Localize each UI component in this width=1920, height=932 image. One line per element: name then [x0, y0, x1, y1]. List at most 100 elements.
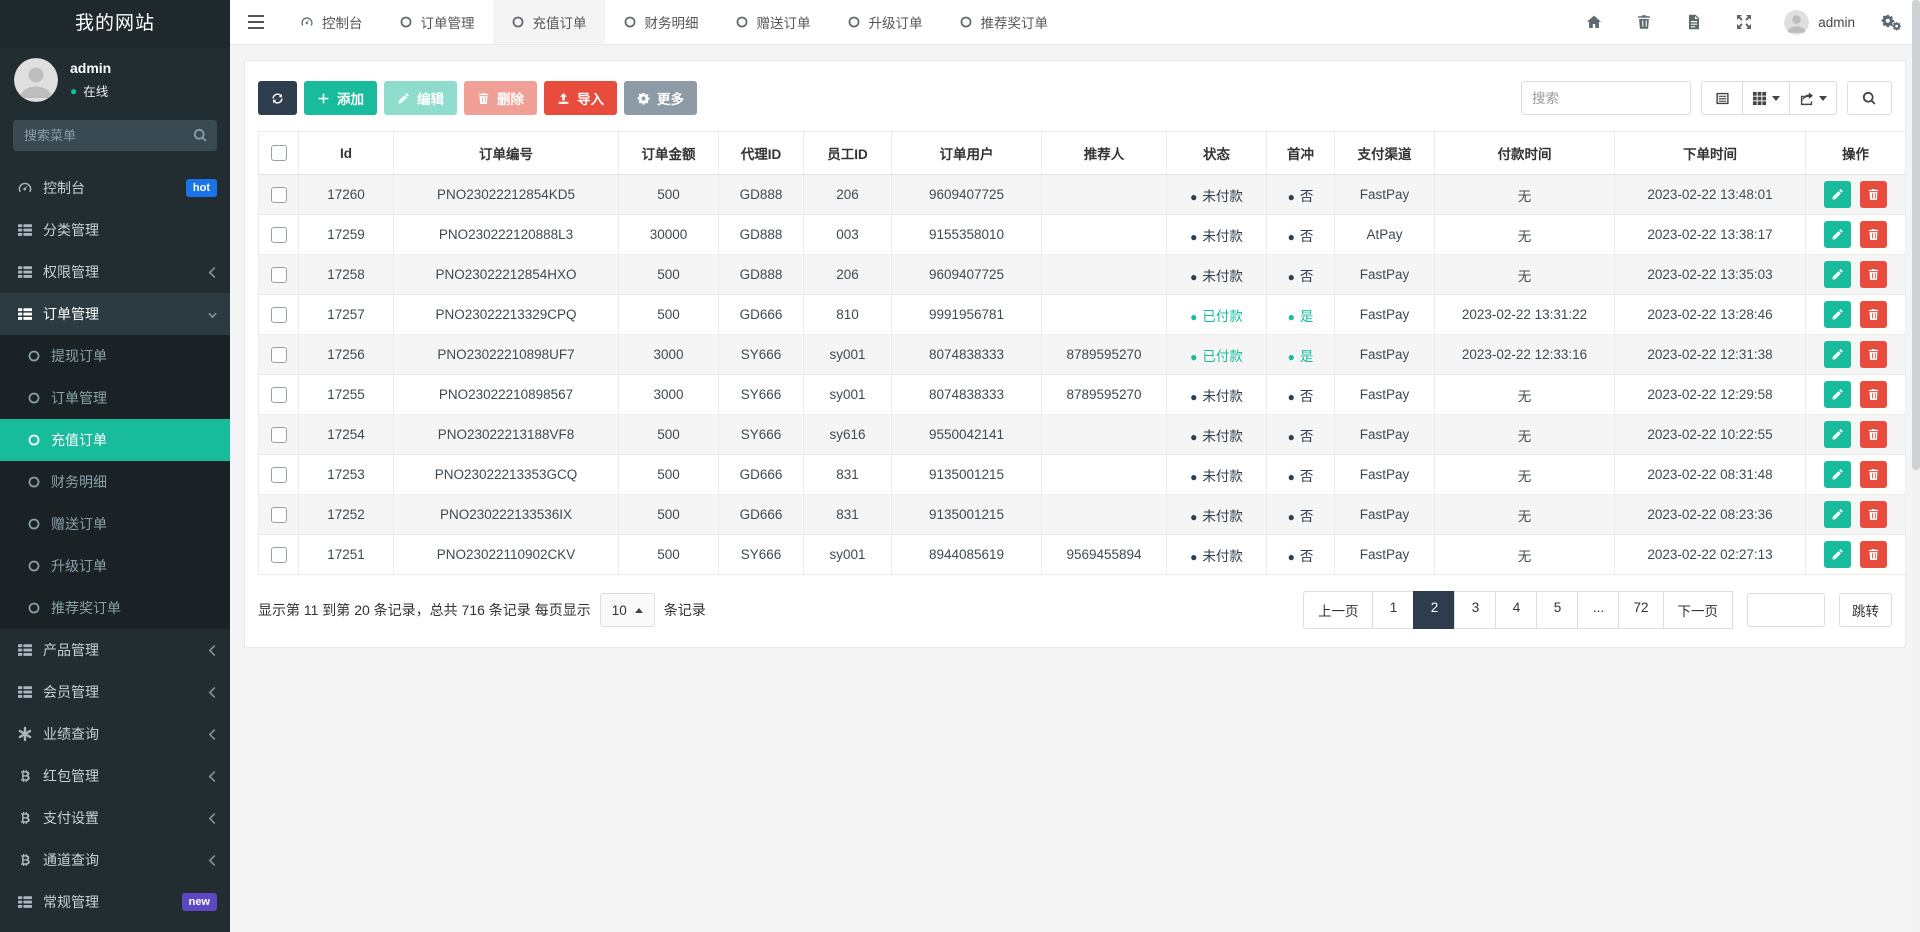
- row-delete-button[interactable]: [1860, 301, 1887, 328]
- jump-button[interactable]: 跳转: [1839, 593, 1892, 627]
- row-delete-button[interactable]: [1860, 381, 1887, 408]
- page-button[interactable]: 上一页: [1303, 591, 1374, 629]
- row-checkbox[interactable]: [271, 387, 287, 403]
- page-button[interactable]: 下一页: [1663, 591, 1734, 629]
- row-edit-button[interactable]: [1824, 461, 1851, 488]
- page-button[interactable]: ...: [1577, 591, 1619, 629]
- hamburger-menu-icon[interactable]: [230, 0, 282, 44]
- page-button[interactable]: 2: [1413, 591, 1455, 629]
- row-checkbox[interactable]: [271, 307, 287, 323]
- sidebar-item[interactable]: 红包管理: [0, 755, 230, 797]
- sidebar-item[interactable]: 订单管理: [0, 293, 230, 335]
- home-icon[interactable]: [1586, 14, 1602, 30]
- topnav-tab[interactable]: 财务明细: [605, 0, 717, 44]
- scrollbar-thumb[interactable]: [1912, 0, 1920, 470]
- sidebar-item[interactable]: 订单管理: [0, 377, 230, 419]
- topnav-tab[interactable]: 充值订单: [493, 0, 605, 44]
- pencil-icon: [1831, 268, 1844, 281]
- topnav-tab[interactable]: 订单管理: [381, 0, 493, 44]
- row-edit-button[interactable]: [1824, 341, 1851, 368]
- header-status: 状态: [1167, 132, 1267, 175]
- page-size-select[interactable]: 10: [600, 593, 655, 627]
- trash-icon: [1867, 268, 1880, 281]
- avatar[interactable]: [1784, 10, 1809, 35]
- scrollbar[interactable]: [1912, 0, 1920, 932]
- topbar-username[interactable]: admin: [1818, 15, 1855, 30]
- sidebar-item[interactable]: 推荐奖订单: [0, 587, 230, 629]
- cell-status: ●未付款: [1167, 535, 1267, 575]
- cell-agent-id: SY666: [719, 535, 804, 575]
- row-delete-button[interactable]: [1860, 341, 1887, 368]
- export-button[interactable]: [1789, 81, 1837, 115]
- row-edit-button[interactable]: [1824, 381, 1851, 408]
- sidebar-item[interactable]: 充值订单: [0, 419, 230, 461]
- row-edit-button[interactable]: [1824, 221, 1851, 248]
- trash-icon[interactable]: [1636, 14, 1652, 30]
- row-delete-button[interactable]: [1860, 501, 1887, 528]
- page-button-label: 上一页: [1304, 592, 1373, 628]
- fullscreen-icon[interactable]: [1736, 14, 1752, 30]
- columns-button[interactable]: [1742, 81, 1790, 115]
- sidebar-item[interactable]: 通道查询: [0, 839, 230, 881]
- sidebar-search-input[interactable]: [13, 120, 217, 151]
- page-button[interactable]: 1: [1372, 591, 1414, 629]
- sidebar-item[interactable]: 升级订单: [0, 545, 230, 587]
- sidebar-item[interactable]: 产品管理: [0, 629, 230, 671]
- row-delete-button[interactable]: [1860, 421, 1887, 448]
- row-checkbox[interactable]: [271, 347, 287, 363]
- row-edit-button[interactable]: [1824, 261, 1851, 288]
- select-all-checkbox[interactable]: [271, 145, 287, 161]
- row-checkbox[interactable]: [271, 467, 287, 483]
- jump-page-input[interactable]: [1747, 593, 1825, 627]
- sidebar-item[interactable]: 权限管理: [0, 251, 230, 293]
- row-checkbox[interactable]: [271, 427, 287, 443]
- row-delete-button[interactable]: [1860, 181, 1887, 208]
- first-charge-label: 否: [1300, 509, 1314, 524]
- row-checkbox[interactable]: [271, 507, 287, 523]
- toolbar-button[interactable]: 更多: [624, 81, 697, 115]
- cell-first-charge: ●是: [1267, 335, 1335, 375]
- sidebar-item[interactable]: 会员管理: [0, 671, 230, 713]
- row-edit-button[interactable]: [1824, 301, 1851, 328]
- sidebar-item[interactable]: 赠送订单: [0, 503, 230, 545]
- row-checkbox[interactable]: [271, 267, 287, 283]
- cell-status: ●未付款: [1167, 455, 1267, 495]
- sidebar-item[interactable]: 提现订单: [0, 335, 230, 377]
- row-checkbox[interactable]: [271, 227, 287, 243]
- page-button[interactable]: 5: [1536, 591, 1578, 629]
- row-delete-button[interactable]: [1860, 261, 1887, 288]
- topnav-tab[interactable]: 推荐奖订单: [941, 0, 1067, 44]
- row-delete-button[interactable]: [1860, 461, 1887, 488]
- row-edit-button[interactable]: [1824, 421, 1851, 448]
- toolbar-button[interactable]: 添加: [304, 81, 377, 115]
- sidebar-item[interactable]: 支付设置: [0, 797, 230, 839]
- topnav-tab[interactable]: 控制台: [282, 0, 381, 44]
- topnav-tab[interactable]: 赠送订单: [717, 0, 829, 44]
- row-edit-button[interactable]: [1824, 181, 1851, 208]
- settings-gears-icon[interactable]: [1881, 14, 1902, 31]
- trash-icon: [1867, 428, 1880, 441]
- row-edit-button[interactable]: [1824, 541, 1851, 568]
- row-edit-button[interactable]: [1824, 501, 1851, 528]
- sidebar-item[interactable]: 财务明细: [0, 461, 230, 503]
- row-checkbox[interactable]: [271, 187, 287, 203]
- row-delete-button[interactable]: [1860, 221, 1887, 248]
- row-delete-button[interactable]: [1860, 541, 1887, 568]
- clear-cache-icon[interactable]: [1686, 14, 1702, 30]
- sidebar-item[interactable]: 控制台 hot: [0, 167, 230, 209]
- table-search-input[interactable]: [1521, 81, 1691, 115]
- search-button[interactable]: [1847, 81, 1892, 115]
- toolbar-button[interactable]: 编辑: [384, 81, 457, 115]
- page-button[interactable]: 3: [1454, 591, 1496, 629]
- toolbar-button[interactable]: 导入: [544, 81, 617, 115]
- page-button[interactable]: 4: [1495, 591, 1537, 629]
- row-checkbox[interactable]: [271, 547, 287, 563]
- sidebar-item[interactable]: 分类管理: [0, 209, 230, 251]
- toolbar-button[interactable]: [258, 81, 297, 115]
- sidebar-item[interactable]: 常规管理 new: [0, 881, 230, 923]
- sidebar-item[interactable]: 业绩查询: [0, 713, 230, 755]
- toolbar-button[interactable]: 删除: [464, 81, 537, 115]
- detail-view-button[interactable]: [1701, 81, 1743, 115]
- page-button[interactable]: 72: [1618, 591, 1663, 629]
- topnav-tab[interactable]: 升级订单: [829, 0, 941, 44]
